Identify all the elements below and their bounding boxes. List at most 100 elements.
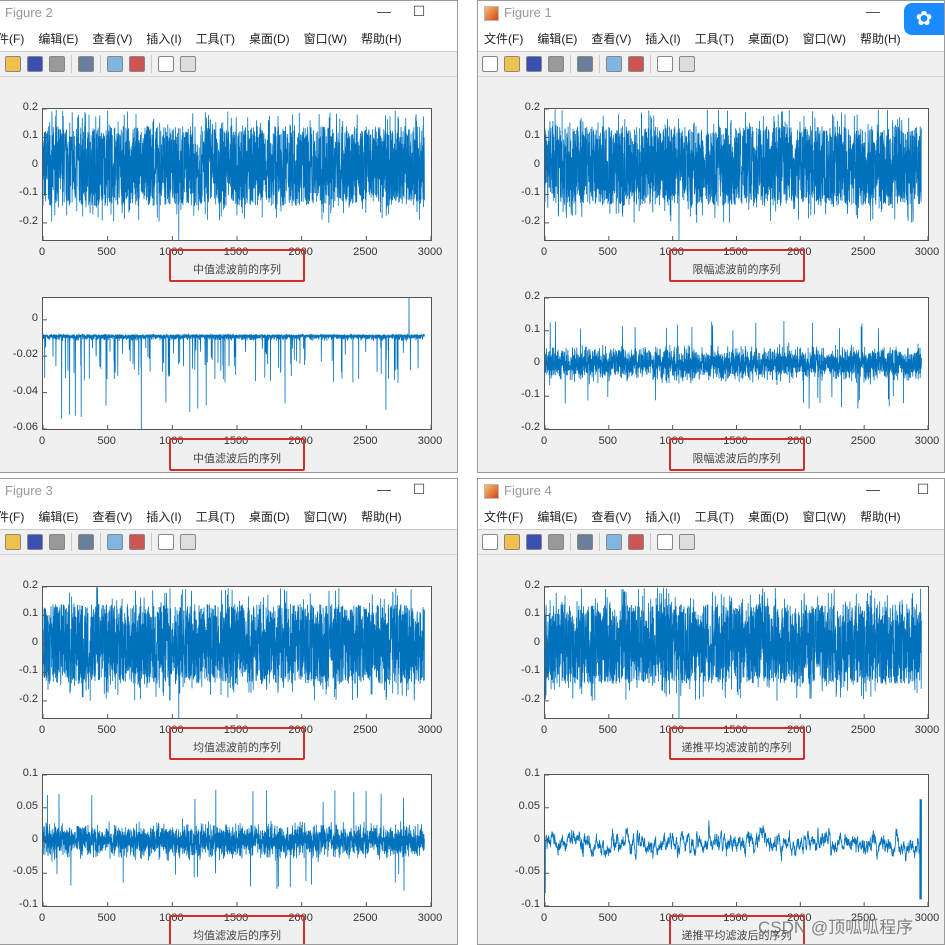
x-tick-label: 0 [38,435,46,447]
plot-axes[interactable] [42,297,432,430]
pointer-icon[interactable] [657,56,673,72]
plot-axes[interactable] [544,108,929,241]
menu-item[interactable]: 帮助(H) [361,30,402,47]
save-icon[interactable] [27,534,43,550]
menu-item[interactable]: 插入(I) [146,508,181,525]
open-folder-icon[interactable] [504,534,520,550]
menu-item[interactable]: 文件(F) [484,30,523,47]
x-tick-label: 0 [38,912,46,924]
menu-item[interactable]: 工具(T) [196,508,235,525]
plot-axes[interactable] [42,586,432,719]
plot-axes[interactable] [42,108,432,241]
title-bar[interactable]: Figure 2 — ☐ ✕ [0,1,457,25]
save-icon[interactable] [526,534,542,550]
title-bar[interactable]: Figure 3 — ☐ ✕ [0,479,457,503]
save-icon[interactable] [27,56,43,72]
menu-item[interactable]: 文件(F) [484,508,523,525]
new-file-icon[interactable] [482,56,498,72]
print-icon[interactable] [548,534,564,550]
x-tick-label: 2500 [353,246,378,258]
minimize-button[interactable]: — [863,3,883,19]
print-preview-icon[interactable] [78,56,94,72]
menu-item[interactable]: 文件(F) [0,30,24,47]
print-icon[interactable] [49,56,65,72]
minimize-button[interactable]: — [863,481,883,497]
plot-axes[interactable] [544,297,929,430]
menu-bar: 文件(F) 编辑(E) 查看(V) 插入(I) 工具(T) 桌面(D) 窗口(W) 帮助(H) [478,25,944,52]
menu-item[interactable]: 查看(V) [591,508,631,525]
menu-item[interactable]: 编辑(E) [537,508,577,525]
y-tick-label: -0.1 [521,898,540,910]
y-tick-label: 0.1 [524,607,540,620]
menu-item[interactable]: 工具(T) [196,30,235,47]
new-file-icon[interactable] [482,534,498,550]
print-preview-icon[interactable] [577,534,593,550]
menu-item[interactable]: 桌面(D) [249,30,290,47]
pointer-icon[interactable] [158,534,174,550]
title-bar[interactable]: Figure 1—☐✕✿ [478,1,944,35]
legend-icon[interactable] [129,56,145,72]
menu-item[interactable]: 桌面(D) [249,508,290,525]
maximize-button[interactable]: ☐ [409,3,429,20]
menu-item[interactable]: 编辑(E) [38,508,78,525]
toolbar-separator [100,533,101,551]
menu-item[interactable]: 桌面(D) [748,508,789,525]
legend-icon[interactable] [628,56,644,72]
menu-item[interactable]: 插入(I) [645,508,680,525]
title-bar[interactable]: Figure 4—☐✕ [478,479,944,503]
colorbar-icon[interactable] [107,534,123,550]
figure-window: Figure 2 — ☐ ✕ 文件(F) 编辑(E) 查看(V) 插入(I) 工具(T) 桌面(D… [0,0,458,473]
y-tick-label: 0.05 [518,799,540,812]
menu-item[interactable]: 工具(T) [695,508,734,525]
property-editor-icon[interactable] [180,534,196,550]
property-editor-icon[interactable] [679,534,695,550]
menu-item[interactable]: 窗口(W) [803,508,846,525]
colorbar-icon[interactable] [606,56,622,72]
save-icon[interactable] [526,56,542,72]
minimize-button[interactable]: — [374,481,394,497]
minimize-button[interactable]: — [374,3,394,19]
plot-axes[interactable] [42,774,432,907]
print-preview-icon[interactable] [577,56,593,72]
baidu-netdisk-icon[interactable]: ✿ [904,3,944,35]
plot-axes[interactable] [544,586,929,719]
colorbar-icon[interactable] [606,534,622,550]
menu-item[interactable]: 文件(F) [0,508,24,525]
menu-item[interactable]: 编辑(E) [537,30,577,47]
pointer-icon[interactable] [657,534,673,550]
print-preview-icon[interactable] [78,534,94,550]
menu-item[interactable]: 编辑(E) [38,30,78,47]
legend-icon[interactable] [628,534,644,550]
close-button[interactable]: ✕ [454,3,457,20]
property-editor-icon[interactable] [180,56,196,72]
menu-item[interactable]: 帮助(H) [860,508,901,525]
menu-item[interactable]: 窗口(W) [803,30,846,47]
menu-item[interactable]: 查看(V) [92,508,132,525]
menu-item[interactable]: 插入(I) [146,30,181,47]
menu-item[interactable]: 工具(T) [695,30,734,47]
print-icon[interactable] [49,534,65,550]
legend-icon[interactable] [129,534,145,550]
open-folder-icon[interactable] [5,56,21,72]
menu-item[interactable]: 窗口(W) [304,30,347,47]
print-icon[interactable] [548,56,564,72]
menu-item[interactable]: 帮助(H) [860,30,901,47]
menu-item[interactable]: 帮助(H) [361,508,402,525]
open-folder-icon[interactable] [5,534,21,550]
property-editor-icon[interactable] [679,56,695,72]
y-tick-label: 0 [31,311,38,324]
menu-item[interactable]: 插入(I) [645,30,680,47]
signal-line [43,298,425,429]
menu-item[interactable]: 桌面(D) [748,30,789,47]
menu-item[interactable]: 窗口(W) [304,508,347,525]
pointer-icon[interactable] [158,56,174,72]
colorbar-icon[interactable] [107,56,123,72]
matlab-figure-icon [484,484,499,499]
menu-item[interactable]: 查看(V) [92,30,132,47]
menu-item[interactable]: 查看(V) [591,30,631,47]
plot-axes[interactable] [544,774,929,907]
open-folder-icon[interactable] [504,56,520,72]
maximize-button[interactable]: ☐ [409,481,429,498]
close-button[interactable]: ✕ [454,481,457,498]
maximize-button[interactable]: ☐ [913,481,933,498]
